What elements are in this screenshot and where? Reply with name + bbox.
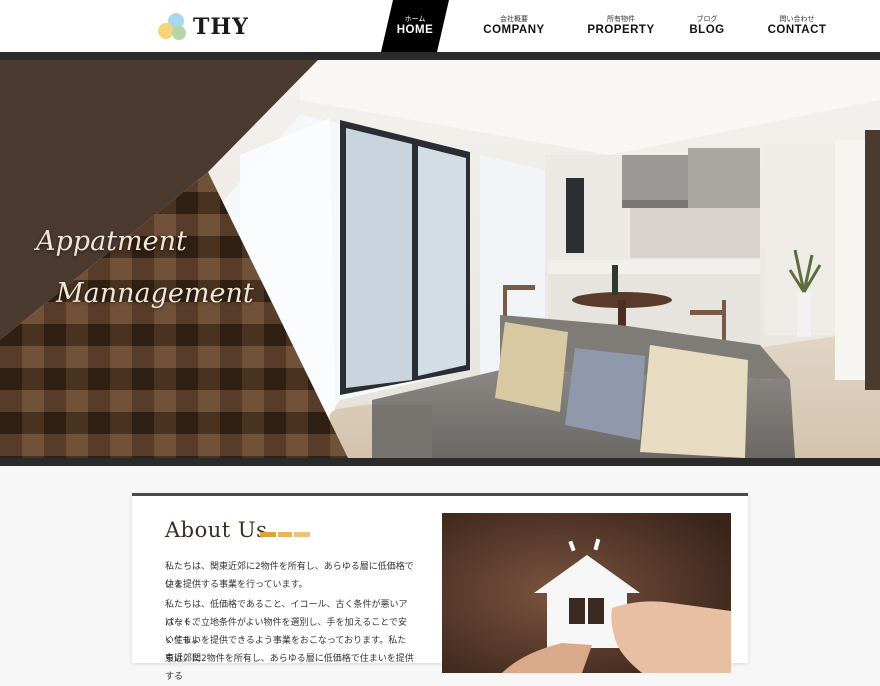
hero-divider [0, 458, 880, 466]
title-accent-bar [260, 532, 310, 537]
nav-contact-en: CONTACT [767, 24, 827, 36]
house-icon [442, 513, 731, 673]
brand-name: THY [193, 14, 249, 40]
about-section: About Us 私たちは、関東近郊に2物件を所有し、あらゆる層に低価格で住ま … [132, 493, 748, 682]
nav-blog-en: BLOG [689, 24, 725, 36]
about-title: About Us [165, 518, 268, 542]
hero-image [0, 60, 880, 458]
about-para-2-line-4: 東近郊に2物件を所有し、あらゆる層に低価格で住まいを提供する [165, 654, 414, 682]
nav-company-jp: 会社概要 [500, 15, 528, 23]
nav-contact[interactable]: 問い合わせ CONTACT [764, 0, 830, 52]
hero-title-line1: Appatment [36, 226, 187, 257]
nav-blog-jp: ブログ [696, 15, 718, 23]
header-divider [0, 52, 880, 60]
nav-contact-jp: 問い合わせ [779, 15, 815, 23]
nav-company-en: COMPANY [483, 24, 545, 36]
nav-home-en: HOME [396, 24, 434, 36]
logo[interactable]: THY [157, 12, 257, 42]
nav-blog[interactable]: ブログ BLOG [684, 0, 730, 52]
about-image [442, 513, 731, 673]
about-para-1-line-2: いを提供する事業を行っています。 [165, 580, 308, 590]
nav-property-en: PROPERTY [587, 24, 655, 36]
site-header: THY ホーム HOME 会社概要 COMPANY 所有物件 PROPERTY … [0, 0, 880, 52]
nav-home[interactable]: ホーム HOME [381, 0, 449, 52]
nav-company[interactable]: 会社概要 COMPANY [478, 0, 550, 52]
nav-property[interactable]: 所有物件 PROPERTY [584, 0, 658, 52]
nav-home-jp: ホーム [404, 15, 426, 23]
logo-circles-icon [158, 13, 186, 40]
hero-title-line2: Mannagement [56, 278, 254, 309]
hero-banner: Appatment Mannagement [0, 60, 880, 458]
nav-property-jp: 所有物件 [607, 15, 635, 23]
